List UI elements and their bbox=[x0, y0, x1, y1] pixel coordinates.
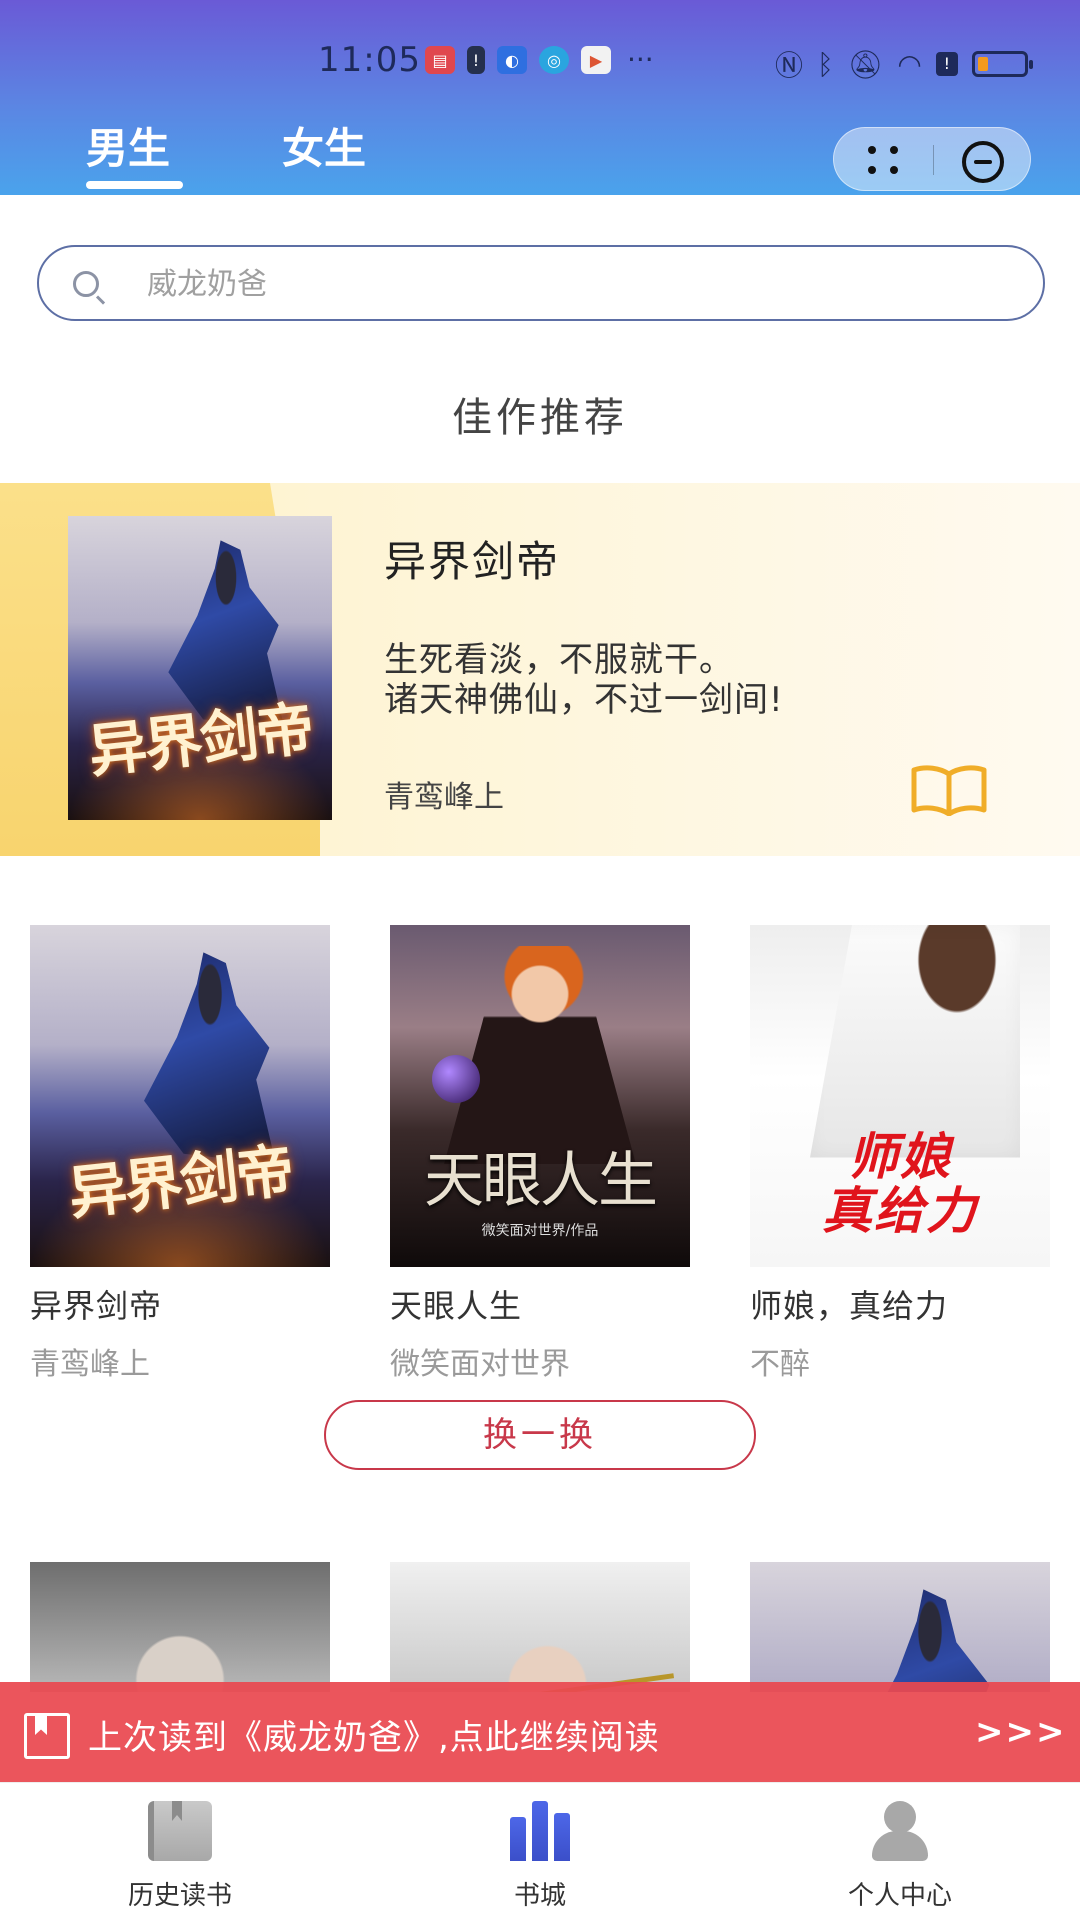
cover-subtitle: 微笑面对世界/作品 bbox=[481, 1222, 599, 1239]
nav-bookstore[interactable]: 书城 bbox=[440, 1783, 640, 1920]
nav-profile[interactable]: 个人中心 bbox=[800, 1783, 1000, 1920]
book-author: 青鸾峰上 bbox=[30, 1347, 150, 1382]
book-item[interactable]: 天眼人生 微笑面对世界/作品 天眼人生 微笑面对世界 bbox=[390, 925, 690, 1383]
nfc-icon: Ⓝ bbox=[775, 49, 804, 82]
battery-icon bbox=[971, 51, 1033, 77]
cover-title-art: 天眼人生 bbox=[424, 1146, 658, 1217]
nav-history[interactable]: 历史读书 bbox=[80, 1783, 280, 1920]
status-bar: 11:05 ▤ ! ◐ ◎ ▶ ··· Ⓝ ᛒ 🔕︎ ◠ ! bbox=[0, 40, 1080, 90]
featured-book-description-line2: 诸天神佛仙，不过一剑间! bbox=[384, 680, 784, 720]
continue-reading-text: 上次读到《威龙奶爸》,点此继续阅读 bbox=[88, 1718, 660, 1758]
book-item[interactable] bbox=[30, 1562, 330, 1692]
nav-label: 个人中心 bbox=[847, 1881, 952, 1911]
status-time: 11:05 bbox=[318, 40, 421, 80]
book-item[interactable] bbox=[750, 1562, 1050, 1692]
book-cover[interactable]: 师娘 真给力 bbox=[750, 925, 1050, 1267]
bookmark-icon bbox=[24, 1713, 70, 1759]
continue-reading-banner[interactable]: 上次读到《威龙奶爸》,点此继续阅读 >>> bbox=[0, 1682, 1080, 1782]
nav-label: 历史读书 bbox=[127, 1881, 232, 1911]
bookshelf-icon bbox=[508, 1801, 572, 1861]
featured-book-cover[interactable]: 异界剑帝 bbox=[68, 516, 332, 820]
alert-icon: ! bbox=[467, 46, 485, 74]
search-bar[interactable] bbox=[37, 245, 1045, 321]
book-app-icon: ▤ bbox=[425, 46, 455, 74]
featured-book-author: 青鸾峰上 bbox=[384, 780, 504, 815]
browser-icon: ◎ bbox=[539, 46, 569, 74]
capsule-divider bbox=[933, 145, 934, 175]
book-icon bbox=[148, 1801, 212, 1861]
bluetooth-icon: ᛒ bbox=[817, 47, 834, 81]
book-author: 微笑面对世界 bbox=[390, 1347, 570, 1382]
continue-arrows-icon: >>> bbox=[975, 1712, 1067, 1752]
refresh-button[interactable]: 换一换 bbox=[324, 1400, 756, 1470]
book-cover[interactable]: 异界剑帝 bbox=[30, 925, 330, 1267]
system-icons: Ⓝ ᛒ 🔕︎ ◠ ! bbox=[775, 44, 1033, 84]
more-menu-icon[interactable] bbox=[868, 146, 908, 176]
bottom-navigation: 历史读书 书城 个人中心 bbox=[0, 1782, 1080, 1920]
book-cover[interactable]: 天眼人生 微笑面对世界/作品 bbox=[390, 925, 690, 1267]
sim-alert-icon: ! bbox=[935, 52, 958, 76]
search-icon bbox=[73, 271, 99, 297]
book-item[interactable] bbox=[390, 1562, 690, 1692]
book-item[interactable]: 异界剑帝 异界剑帝 青鸾峰上 bbox=[30, 925, 330, 1383]
book-cover[interactable] bbox=[750, 1562, 1050, 1692]
gender-tabs: 男生 女生 bbox=[0, 115, 700, 195]
book-cover[interactable] bbox=[390, 1562, 690, 1692]
search-input[interactable] bbox=[147, 257, 1007, 311]
tab-female[interactable]: 女生 bbox=[282, 115, 366, 176]
notification-icons: ▤ ! ◐ ◎ ▶ ··· bbox=[425, 46, 654, 74]
crystal-orb bbox=[432, 1054, 480, 1103]
book-author: 不醉 bbox=[750, 1347, 810, 1382]
featured-book-title[interactable]: 异界剑帝 bbox=[384, 528, 560, 589]
video-app-icon: ▶ bbox=[581, 46, 611, 74]
book-title[interactable]: 异界剑帝 bbox=[30, 1281, 330, 1327]
nav-label: 书城 bbox=[513, 1881, 566, 1911]
book-title[interactable]: 天眼人生 bbox=[390, 1281, 690, 1327]
tab-male[interactable]: 男生 bbox=[86, 115, 170, 176]
book-cover[interactable] bbox=[30, 1562, 330, 1692]
wifi-icon: ◠ bbox=[897, 47, 922, 81]
app-header: 11:05 ▤ ! ◐ ◎ ▶ ··· Ⓝ ᛒ 🔕︎ ◠ ! 男生 女生 bbox=[0, 0, 1080, 195]
bulb-icon: ◐ bbox=[497, 46, 527, 74]
book-title[interactable]: 师娘，真给力 bbox=[750, 1281, 1050, 1327]
miniapp-capsule bbox=[833, 127, 1031, 191]
close-miniapp-icon[interactable] bbox=[962, 141, 1004, 183]
cover-title-art-line2: 真给力 bbox=[822, 1182, 978, 1241]
mute-icon: 🔕︎ bbox=[847, 47, 884, 81]
more-notifications-icon: ··· bbox=[627, 43, 654, 76]
book-item[interactable]: 师娘 真给力 师娘，真给力 不醉 bbox=[750, 925, 1050, 1383]
active-tab-indicator bbox=[86, 181, 183, 189]
section-title: 佳作推荐 bbox=[452, 395, 628, 441]
person-icon bbox=[868, 1801, 932, 1861]
open-book-icon[interactable] bbox=[910, 764, 988, 816]
